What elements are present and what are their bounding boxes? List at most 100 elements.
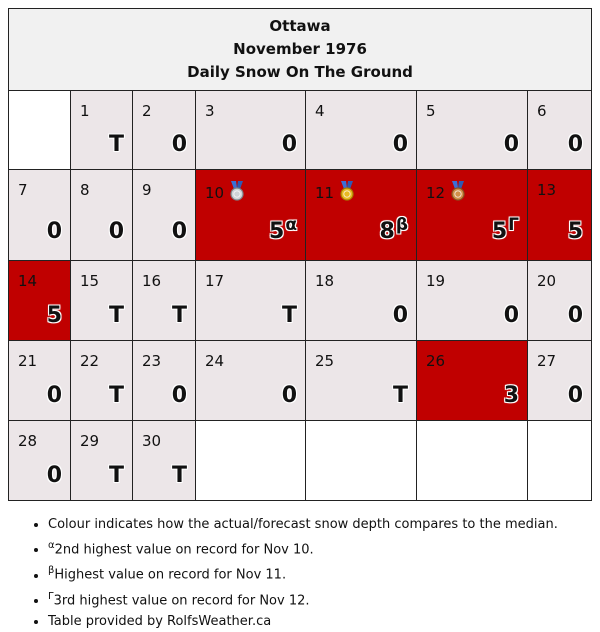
snow-depth-value: 0 bbox=[46, 383, 62, 408]
snow-depth-value: 0 bbox=[281, 132, 297, 157]
day-cell-10: 10 5α bbox=[195, 169, 306, 261]
day-number: 17 bbox=[205, 272, 225, 290]
day-cell-11: 11 8β bbox=[305, 169, 417, 261]
day-number: 10 bbox=[205, 181, 246, 202]
day-cell-20: 20 0 bbox=[526, 260, 593, 341]
day-cell-12: 12 5Γ bbox=[416, 169, 528, 261]
note-alpha: α2nd highest value on record for Nov 10. bbox=[48, 535, 558, 560]
snow-depth-value: T bbox=[108, 303, 124, 328]
day-cell-24: 24 0 bbox=[195, 340, 306, 421]
silver-medal-icon bbox=[230, 181, 244, 201]
day-cell-16: 16 T bbox=[132, 260, 196, 341]
gold-medal-icon bbox=[340, 181, 354, 201]
day-cell-23: 23 0 bbox=[132, 340, 196, 421]
note-gamma: Γ3rd highest value on record for Nov 12. bbox=[48, 586, 558, 611]
day-cell-18: 18 0 bbox=[305, 260, 417, 341]
record-marker: β bbox=[395, 215, 408, 235]
snow-depth-value: 0 bbox=[46, 219, 62, 244]
day-cell-27: 27 0 bbox=[526, 340, 593, 421]
snow-depth-value: T bbox=[171, 463, 187, 488]
snow-depth-value: T bbox=[108, 383, 124, 408]
snow-depth-value: 0 bbox=[171, 132, 187, 157]
snow-depth-value: T bbox=[171, 303, 187, 328]
city-title: Ottawa bbox=[269, 17, 331, 35]
day-cell-21: 21 0 bbox=[8, 340, 71, 421]
day-number: 12 bbox=[426, 181, 467, 202]
day-number: 1 bbox=[80, 102, 90, 120]
record-marker: α bbox=[285, 215, 297, 235]
snow-depth-value: 5 bbox=[46, 303, 62, 328]
day-cell-13: 13 5 bbox=[526, 169, 593, 261]
week-row: 28 0 29 T 30 T bbox=[8, 420, 593, 501]
day-cell-14: 14 5 bbox=[8, 260, 71, 341]
day-number: 29 bbox=[80, 432, 100, 450]
snow-depth-value: 0 bbox=[281, 383, 297, 408]
day-cell-17: 17 T bbox=[195, 260, 306, 341]
day-number: 19 bbox=[426, 272, 446, 290]
day-number: 11 bbox=[315, 181, 356, 202]
day-number: 18 bbox=[315, 272, 335, 290]
day-number: 13 bbox=[537, 181, 557, 199]
snow-depth-value: 5 bbox=[567, 219, 584, 244]
day-cell-8: 80 bbox=[70, 169, 133, 261]
day-number: 14 bbox=[18, 272, 38, 290]
day-number: 26 bbox=[426, 352, 446, 370]
day-cell-6: 60 bbox=[526, 90, 593, 170]
day-number: 21 bbox=[18, 352, 38, 370]
snow-depth-value: 0 bbox=[503, 303, 519, 328]
day-number: 24 bbox=[205, 352, 225, 370]
day-cell-22: 22 T bbox=[70, 340, 133, 421]
day-cell-15: 15 T bbox=[70, 260, 133, 341]
day-number: 30 bbox=[142, 432, 162, 450]
week-row: 14 5 15 T 16 T 17 T 18 0 19 0 20 0 bbox=[8, 260, 593, 341]
snow-depth-value: 5Γ bbox=[491, 215, 519, 244]
notes-list: Colour indicates how the actual/forecast… bbox=[30, 514, 558, 632]
day-cell-25: 25 T bbox=[305, 340, 417, 421]
snow-depth-value: 3 bbox=[503, 383, 519, 408]
snow-depth-value: 0 bbox=[567, 383, 584, 408]
empty-day-cell bbox=[416, 420, 528, 501]
day-cell-28: 28 0 bbox=[8, 420, 71, 501]
week-row: 1T2030405060 bbox=[8, 90, 593, 170]
day-number: 25 bbox=[315, 352, 335, 370]
day-number: 16 bbox=[142, 272, 162, 290]
snow-depth-value: 0 bbox=[567, 303, 584, 328]
day-number: 23 bbox=[142, 352, 162, 370]
period-title: November 1976 bbox=[233, 40, 367, 58]
day-number: 22 bbox=[80, 352, 100, 370]
week-row: 21 0 22 T 23 0 24 0 25 T 26 3 27 0 bbox=[8, 340, 593, 421]
snow-depth-value: T bbox=[392, 383, 408, 408]
day-number: 6 bbox=[537, 102, 547, 120]
day-cell-5: 50 bbox=[416, 90, 528, 170]
day-number: 4 bbox=[315, 102, 325, 120]
day-cell-1: 1T bbox=[70, 90, 133, 170]
day-number: 3 bbox=[205, 102, 215, 120]
snow-depth-value: T bbox=[108, 463, 124, 488]
day-cell-19: 19 0 bbox=[416, 260, 528, 341]
empty-day-cell bbox=[8, 90, 71, 170]
snow-depth-value: 0 bbox=[567, 132, 584, 157]
day-cell-3: 30 bbox=[195, 90, 306, 170]
note-credit: Table provided by RolfsWeather.ca bbox=[48, 611, 558, 632]
week-row: 7 0 8 0 9 0 10 5α 11 8β 12 5Γ 13 5 bbox=[8, 169, 593, 261]
empty-day-cell bbox=[526, 420, 593, 501]
snow-depth-value: 8β bbox=[379, 215, 408, 244]
day-cell-29: 29 T bbox=[70, 420, 133, 501]
snow-depth-value: 0 bbox=[392, 303, 408, 328]
day-cell-7: 70 bbox=[8, 169, 71, 261]
day-number: 5 bbox=[426, 102, 436, 120]
subtitle: Daily Snow On The Ground bbox=[187, 63, 413, 81]
note-colour: Colour indicates how the actual/forecast… bbox=[48, 514, 558, 535]
note-beta: βHighest value on record for Nov 11. bbox=[48, 560, 558, 585]
day-number: 27 bbox=[537, 352, 557, 370]
day-number: 9 bbox=[142, 181, 152, 199]
snow-depth-value: 0 bbox=[392, 132, 408, 157]
snow-depth-value: 0 bbox=[171, 383, 187, 408]
day-cell-2: 20 bbox=[132, 90, 196, 170]
day-cell-4: 40 bbox=[305, 90, 417, 170]
snow-depth-value: 0 bbox=[108, 219, 124, 244]
empty-day-cell bbox=[305, 420, 417, 501]
day-cell-26: 26 3 bbox=[416, 340, 528, 421]
empty-day-cell bbox=[195, 420, 306, 501]
snow-depth-value: T bbox=[281, 303, 297, 328]
